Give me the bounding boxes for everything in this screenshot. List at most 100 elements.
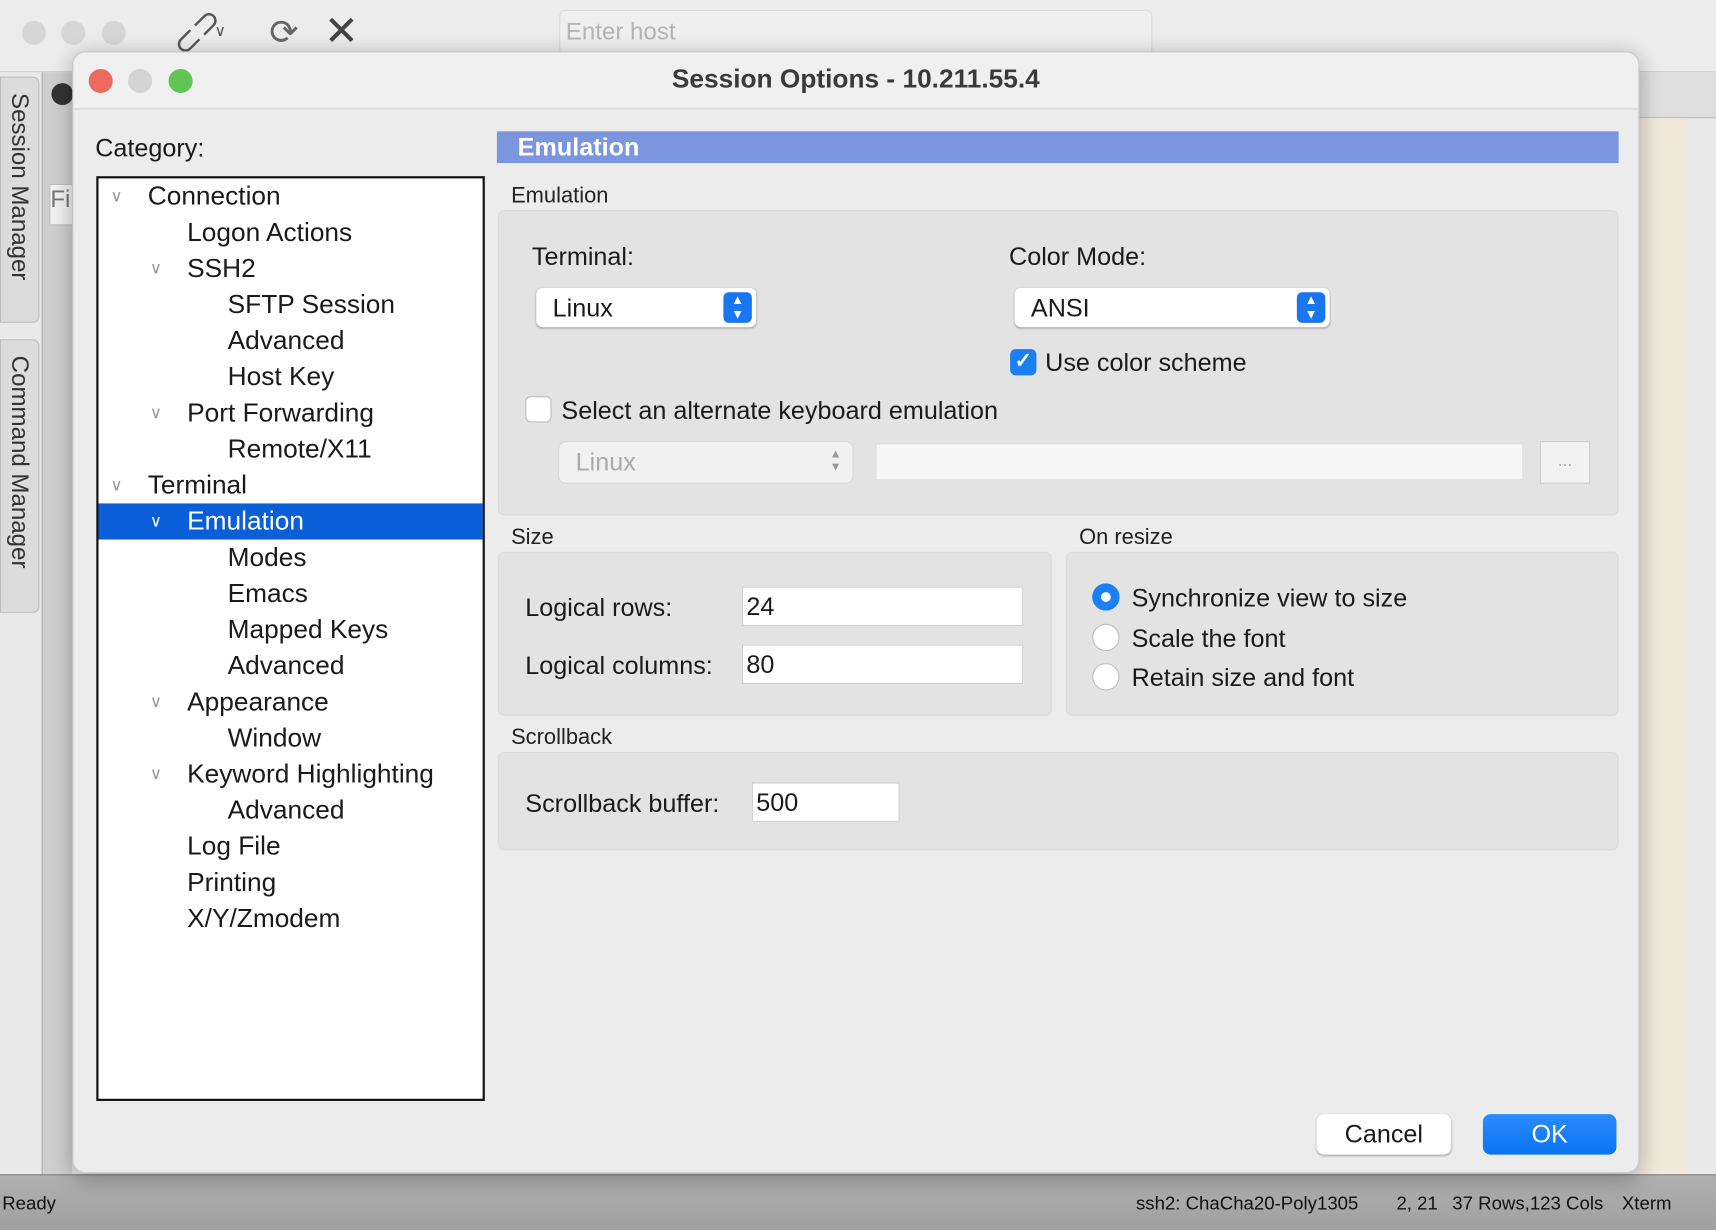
tree-item[interactable]: ∨ SSH2 — [98, 251, 482, 287]
app-close-button[interactable] — [21, 20, 46, 45]
chevron-down-icon[interactable]: ∨ — [150, 503, 162, 539]
retain-size-radio[interactable] — [1092, 663, 1120, 691]
tree-item-label: Advanced — [227, 795, 345, 826]
app-zoom-button[interactable] — [101, 20, 126, 45]
status-cipher: ssh2: ChaCha20-Poly1305 — [1135, 1192, 1359, 1214]
app-minimize-button[interactable] — [61, 20, 86, 45]
tab-close-icon[interactable] — [51, 83, 74, 106]
on-resize-group-label: On resize — [1079, 525, 1173, 550]
chevron-down-icon[interactable]: ∨ — [150, 756, 162, 792]
stepper-icon: ▲ ▼ — [1296, 292, 1326, 323]
dialog-zoom-button[interactable] — [168, 68, 193, 94]
dialog-title: Session Options - 10.211.55.4 — [671, 64, 1040, 95]
tree-item-label: Emulation — [187, 506, 304, 537]
tree-item-label: Log File — [187, 831, 281, 862]
tree-item-label: Logon Actions — [187, 217, 353, 248]
dialog-titlebar: Session Options - 10.211.55.4 — [73, 52, 1639, 110]
status-bar: Ready ssh2: ChaCha20-Poly1305 2, 21 37 R… — [0, 1174, 1716, 1230]
session-manager-tab[interactable]: Session Manager — [0, 76, 40, 323]
terminal-select[interactable]: Linux ▲ ▼ — [536, 287, 757, 328]
tree-item[interactable]: Remote/X11 — [98, 431, 482, 467]
host-input[interactable]: Enter host — [559, 9, 1153, 56]
behind-field: Fi — [49, 183, 74, 226]
tree-item[interactable]: X/Y/Zmodem — [98, 901, 482, 937]
tree-item-label: Mapped Keys — [227, 615, 389, 645]
scale-font-label: Scale the font — [1131, 623, 1286, 653]
color-mode-select[interactable]: ANSI ▲ ▼ — [1014, 287, 1330, 328]
tree-item[interactable]: SFTP Session — [98, 287, 482, 323]
category-tree[interactable]: ∨ Connection Logon Actions ∨ SSH2 SFTP Sessio… — [96, 176, 485, 1101]
tree-item-label: Window — [227, 723, 322, 753]
color-mode-label: Color Mode: — [1009, 241, 1147, 271]
tree-item[interactable]: Modes — [98, 540, 482, 576]
terminal-value: Linux — [552, 293, 613, 322]
tree-item[interactable]: ∨ Port Forwarding — [98, 395, 482, 431]
alt-keyboard-checkbox[interactable] — [525, 396, 552, 423]
tree-item[interactable]: Mapped Keys — [98, 612, 482, 648]
tree-item-label: SSH2 — [187, 253, 256, 284]
use-color-scheme-checkbox[interactable]: ✓ — [1010, 349, 1037, 376]
command-manager-tab[interactable]: Command Manager — [0, 339, 40, 613]
alt-keyboard-select: Linux ▲ ▼ — [559, 442, 853, 483]
sync-view-radio[interactable] — [1092, 583, 1120, 611]
close-icon[interactable]: ✕ — [324, 7, 359, 56]
tree-item[interactable]: ∨ Appearance — [98, 684, 482, 720]
tree-item[interactable]: ∨ Keyword Highlighting — [98, 756, 482, 792]
tree-item[interactable]: Window — [98, 720, 482, 756]
panel-header: Emulation — [496, 131, 1619, 164]
session-strip: Fi — [41, 72, 74, 1175]
terminal-area — [1639, 118, 1686, 1175]
tree-item[interactable]: Host Key — [98, 359, 482, 395]
rows-input[interactable]: 24 — [742, 586, 1024, 626]
cols-label: Logical columns: — [525, 651, 713, 680]
size-group-label: Size — [511, 525, 554, 550]
tree-item[interactable]: Advanced — [98, 648, 482, 684]
cancel-button[interactable]: Cancel — [1316, 1114, 1452, 1155]
chevron-down-icon[interactable]: ∨ — [111, 467, 123, 503]
tree-item-label: SFTP Session — [227, 290, 396, 320]
chevron-down-icon[interactable]: ∨ — [150, 684, 162, 720]
chevron-down-icon[interactable]: ∨ — [215, 22, 226, 41]
size-group — [497, 551, 1052, 716]
tree-item[interactable]: ∨ Connection — [98, 178, 482, 214]
tree-item-label: X/Y/Zmodem — [187, 903, 341, 934]
status-ready: Ready — [2, 1192, 56, 1214]
dialog-close-button[interactable] — [88, 68, 113, 94]
retain-size-label: Retain size and font — [1131, 663, 1355, 692]
tree-item-label: Advanced — [227, 651, 345, 681]
status-cursor: 2, 21 — [1396, 1192, 1438, 1214]
dialog-minimize-button[interactable] — [128, 68, 153, 94]
chevron-down-icon[interactable]: ∨ — [150, 251, 162, 287]
chevron-down-icon[interactable]: ∨ — [150, 395, 162, 431]
use-color-scheme-label: Use color scheme — [1045, 348, 1247, 377]
category-label: Category: — [95, 133, 205, 162]
ok-button[interactable]: OK — [1482, 1114, 1617, 1155]
scrollback-input[interactable]: 500 — [751, 782, 900, 822]
stepper-icon: ▲ ▼ — [723, 292, 752, 323]
cols-input[interactable]: 80 — [742, 644, 1024, 684]
status-size: 37 Rows,123 Cols — [1452, 1192, 1604, 1214]
alt-keyboard-path-input — [875, 443, 1524, 481]
session-options-dialog: Session Options - 10.211.55.4 Category: … — [72, 51, 1640, 1174]
tree-item[interactable]: Log File — [98, 828, 482, 864]
tree-item[interactable]: ∨ Terminal — [98, 467, 482, 503]
scrollback-group-label: Scrollback — [511, 725, 613, 750]
terminal-label: Terminal: — [531, 241, 634, 271]
tree-item-label: Modes — [227, 542, 307, 573]
scale-font-radio[interactable] — [1092, 623, 1120, 652]
tree-item[interactable]: ∨ Emulation — [98, 503, 483, 540]
tree-item[interactable]: Logon Actions — [98, 215, 482, 251]
tree-item-label: Port Forwarding — [187, 398, 374, 428]
stepper-icon: ▲ ▼ — [829, 447, 842, 474]
tree-item-label: Remote/X11 — [227, 434, 372, 465]
tree-item[interactable]: Printing — [98, 865, 482, 901]
rows-label: Logical rows: — [525, 593, 673, 622]
tree-item-label: Advanced — [227, 326, 345, 356]
tree-item-label: Host Key — [227, 362, 335, 392]
sync-view-label: Synchronize view to size — [1131, 583, 1408, 612]
chevron-down-icon[interactable]: ∨ — [111, 178, 123, 214]
tree-item[interactable]: Advanced — [98, 792, 482, 828]
tree-item[interactable]: Emacs — [98, 576, 482, 612]
tree-item[interactable]: Advanced — [98, 323, 482, 359]
reconnect-icon[interactable]: ⟳ — [269, 11, 298, 53]
